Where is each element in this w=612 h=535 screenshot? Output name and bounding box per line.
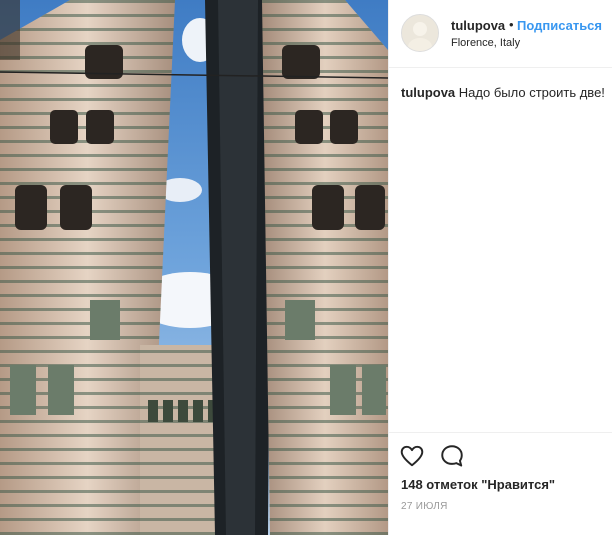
follow-button[interactable]: Подписаться [517,18,602,33]
post-photo[interactable] [0,0,388,535]
avatar-image [402,15,438,51]
post-location[interactable]: Florence, Italy [451,37,520,49]
instagram-post: tulupova • Подписаться Florence, Italy t… [0,0,612,535]
post-sidebar: tulupova • Подписаться Florence, Italy t… [388,0,612,535]
post-caption: tulupova Надо было строить две! [401,85,611,100]
caption-text: Надо было строить две! [458,85,605,100]
caption-username[interactable]: tulupova [401,85,455,100]
post-date[interactable]: 27 ИЮЛЯ [401,501,448,512]
comment-bubble-icon[interactable] [439,443,465,469]
post-header: tulupova • Подписаться Florence, Italy [389,0,612,68]
post-actions: 148 отметок "Нравится" 27 ИЮЛЯ [389,432,612,535]
likes-count[interactable]: 148 отметок "Нравится" [401,477,555,492]
separator-dot: • [509,17,514,32]
avatar[interactable] [401,14,439,52]
heart-outline-icon[interactable] [399,443,425,469]
post-username[interactable]: tulupova [451,18,505,33]
bell-tower-reflection-image [0,0,388,535]
